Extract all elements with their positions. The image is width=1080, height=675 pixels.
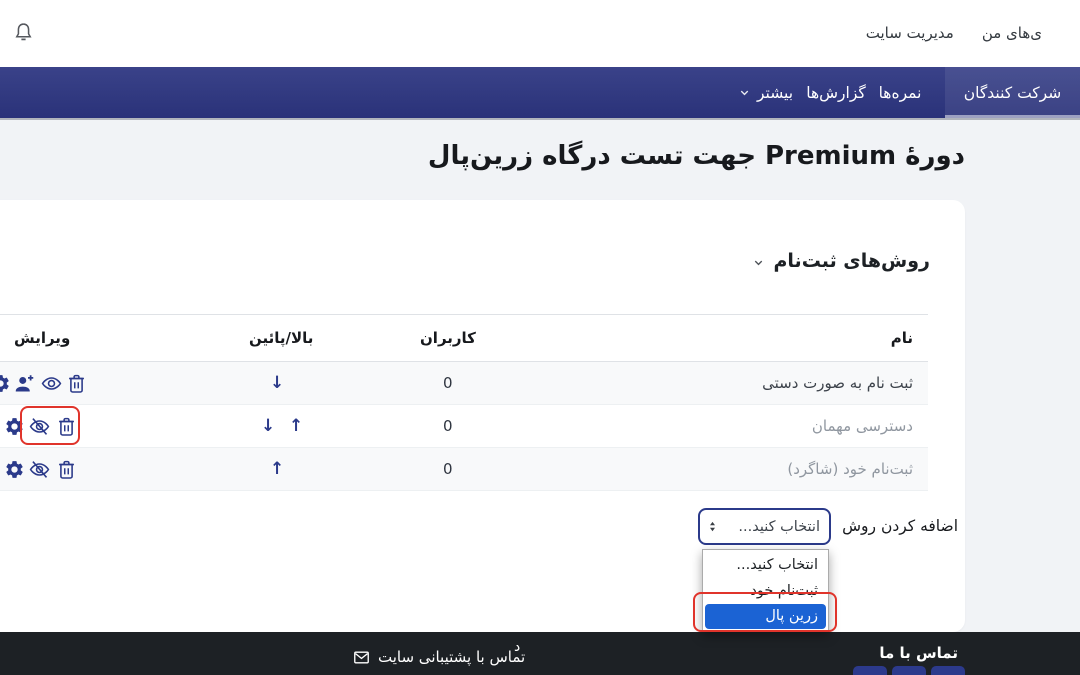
social-button[interactable] (892, 666, 926, 675)
settings-gear-icon[interactable] (0, 373, 11, 394)
tab-more-label: بیشتر (757, 84, 793, 102)
column-header-name: نام (891, 329, 913, 347)
tab-grades-label: نمره‌ها (879, 84, 922, 102)
row-name-self: ثبت‌نام خود (شاگرد) (787, 460, 913, 478)
dropdown-option-self-enrolment[interactable]: ثبت‌نام خود (703, 578, 828, 604)
column-header-users: کاربران (420, 329, 476, 347)
row-users-guest: 0 (443, 417, 453, 435)
enrol-users-icon[interactable] (14, 373, 35, 394)
contact-support-link[interactable]: تماس با پشتیبانی سایت (353, 648, 525, 666)
topbar: ی‌های من مدیریت سایت (0, 0, 1080, 67)
move-up-arrow[interactable]: ↑ (289, 418, 303, 435)
delete-trash-icon[interactable] (56, 459, 77, 480)
course-navbar: شرکت کنندگان نمره‌ها گزارش‌ها بیشتر (0, 67, 1080, 120)
social-button[interactable] (931, 666, 965, 675)
select-current-value: انتخاب کنید... (738, 519, 820, 535)
enrolment-methods-section-header[interactable]: روش‌های ثبت‌نام (752, 250, 931, 272)
collapse-chevron-icon (752, 256, 765, 269)
nav-link-site-admin[interactable]: مدیریت سایت (866, 24, 954, 42)
envelope-icon (353, 649, 370, 666)
lms-course-page: ی‌های من مدیریت سایت شرکت کنندگان نمره‌ه… (0, 0, 1080, 675)
column-header-updown: بالا/پائین (249, 329, 313, 347)
move-down-arrow[interactable]: ↓ (261, 418, 275, 435)
settings-gear-icon[interactable] (4, 459, 25, 480)
delete-trash-icon[interactable] (66, 373, 87, 394)
notifications-bell-icon[interactable] (12, 21, 35, 44)
contact-us-heading: تماس با ما (879, 644, 958, 662)
page-title: دورهٔ Premium جهت تست درگاه زرین‌پال (428, 141, 965, 171)
footer-partial-text: د (514, 639, 520, 655)
select-updown-icon (705, 519, 720, 534)
column-header-edit: ویرایش (14, 329, 70, 347)
eye-visible-icon[interactable] (41, 373, 62, 394)
tab-more[interactable]: بیشتر (722, 67, 809, 118)
section-title: روش‌های ثبت‌نام (774, 250, 931, 272)
tab-participants-label: شرکت کنندگان (964, 84, 1061, 102)
chevron-down-icon (738, 86, 751, 99)
footer: تماس با ما تماس با پشتیبانی سایت د (0, 632, 1080, 675)
move-up-arrow[interactable]: ↑ (270, 461, 284, 478)
row-name-manual: ثبت نام به صورت دستی (762, 374, 913, 392)
eye-slash-hidden-icon[interactable] (29, 416, 50, 437)
select-dropdown-popup: انتخاب کنید... ثبت‌نام خود زرین پال (702, 549, 829, 632)
add-method-label: اضافه کردن روش (842, 517, 958, 535)
tab-participants[interactable]: شرکت کنندگان (945, 67, 1080, 118)
support-link-label: تماس با پشتیبانی سایت (378, 648, 525, 666)
dropdown-option-choose[interactable]: انتخاب کنید... (703, 552, 828, 578)
dropdown-option-zarinpal[interactable]: زرین پال (705, 604, 826, 629)
add-method-select[interactable]: انتخاب کنید... (698, 508, 831, 545)
settings-gear-icon[interactable] (4, 416, 25, 437)
table-row-guest-access (0, 405, 928, 448)
social-button[interactable] (853, 666, 887, 675)
primary-nav: ی‌های من مدیریت سایت (866, 24, 1042, 42)
row-users-manual: 0 (443, 374, 453, 392)
move-down-arrow[interactable]: ↓ (270, 375, 284, 392)
row-name-guest: دسترسی مهمان (812, 417, 913, 435)
delete-trash-icon[interactable] (56, 416, 77, 437)
eye-slash-hidden-icon[interactable] (29, 459, 50, 480)
tab-reports-label: گزارش‌ها (806, 84, 866, 102)
row-users-self: 0 (443, 460, 453, 478)
nav-link-my-courses[interactable]: ی‌های من (982, 24, 1042, 42)
